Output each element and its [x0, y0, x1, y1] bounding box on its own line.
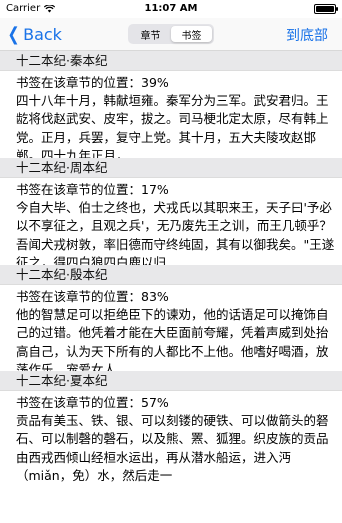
segmented-control: 章节 书签: [128, 24, 214, 44]
position-percent: 57%: [141, 395, 169, 410]
bookmark-item[interactable]: 书签在该章节的位置：83% 他的智慧足可以拒绝臣下的谏劝，他的话语足可以掩饰自己…: [0, 285, 342, 371]
scroll-to-bottom-button[interactable]: 到底部: [286, 25, 328, 45]
bookmark-excerpt: 他的智慧足可以拒绝臣下的谏劝，他的话语足可以掩饰自己的过错。他凭着才能在大臣面前…: [16, 307, 329, 371]
back-button[interactable]: ❮ Back: [6, 24, 62, 45]
position-percent: 83%: [141, 289, 169, 304]
battery-icon: [314, 4, 338, 14]
position-label: 书签在该章节的位置：: [16, 182, 142, 197]
bookmark-item[interactable]: 书签在该章节的位置：57% 贡品有美玉、铁、银、可以刻镂的硬铁、可以做箭头的砮石…: [0, 391, 342, 511]
bookmark-excerpt: 今自大毕、伯士之终也，犬戎氏以其职来王，天子曰'予必以不享征之，且观之兵'，无乃…: [16, 200, 335, 265]
position-percent: 39%: [141, 75, 169, 90]
bookmark-position: 书签在该章节的位置：57%: [16, 394, 336, 412]
status-time: 11:07 AM: [144, 3, 198, 14]
tab-chapters[interactable]: 章节: [130, 26, 171, 42]
position-label: 书签在该章节的位置：: [16, 289, 142, 304]
bookmark-excerpt: 贡品有美玉、铁、银、可以刻镂的硬铁、可以做箭头的砮石、可以制磬的磬石，以及熊、罴…: [16, 413, 329, 483]
bookmark-item[interactable]: 书签在该章节的位置：39% 四十八年十月，韩献垣雍。秦军分为三军。武安君归。王龁…: [0, 71, 342, 158]
bookmark-position: 书签在该章节的位置：39%: [16, 74, 336, 92]
bookmark-item[interactable]: 书签在该章节的位置：17% 今自大毕、伯士之终也，犬戎氏以其职来王，天子曰'予必…: [0, 178, 342, 265]
position-percent: 17%: [141, 182, 169, 197]
bookmark-position: 书签在该章节的位置：17%: [16, 181, 336, 199]
section-header: 十二本纪·周本纪: [0, 158, 342, 178]
position-label: 书签在该章节的位置：: [16, 75, 142, 90]
tab-bookmarks[interactable]: 书签: [171, 26, 212, 42]
section-header: 十二本纪·秦本纪: [0, 51, 342, 71]
position-label: 书签在该章节的位置：: [16, 395, 142, 410]
back-label: Back: [23, 25, 62, 44]
section-header: 十二本纪·殷本纪: [0, 265, 342, 285]
section-header: 十二本纪·夏本纪: [0, 371, 342, 391]
bookmark-excerpt: 四十八年十月，韩献垣雍。秦军分为三军。武安君归。王龁将伐赵武安、皮牢，拔之。司马…: [16, 93, 329, 158]
status-bar: Carrier 11:07 AM: [0, 0, 342, 18]
chevron-left-icon: ❮: [7, 24, 20, 45]
bookmark-list: 十二本纪·秦本纪 书签在该章节的位置：39% 四十八年十月，韩献垣雍。秦军分为三…: [0, 51, 342, 511]
bookmark-position: 书签在该章节的位置：83%: [16, 288, 336, 306]
navigation-bar: ❮ Back 章节 书签 到底部: [0, 18, 342, 51]
